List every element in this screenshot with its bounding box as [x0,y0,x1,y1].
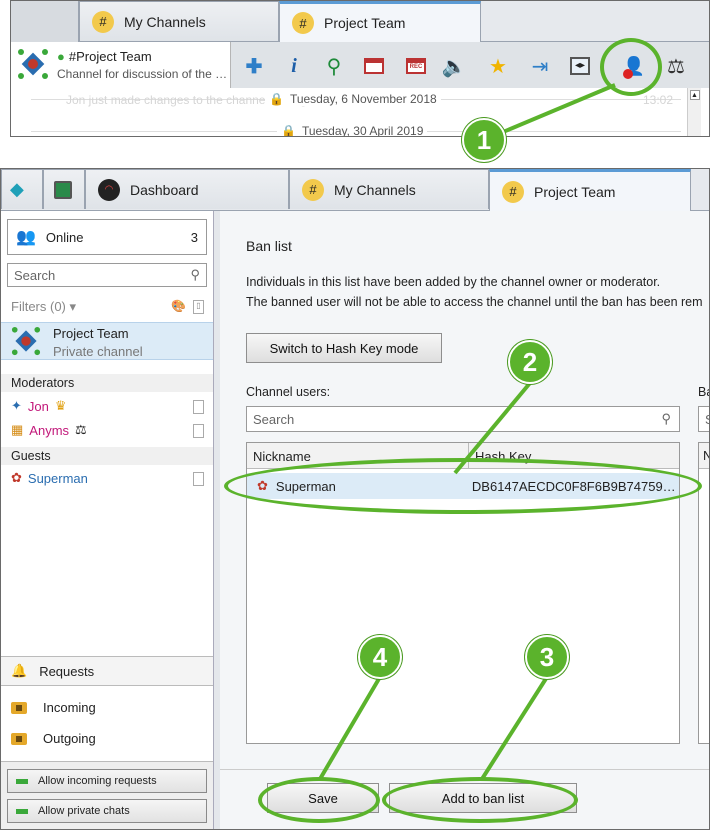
callout-lines [318,83,616,781]
highlight-ring [600,38,662,96]
highlight-ring [258,777,380,823]
callout-3: 3 [525,635,569,679]
highlight-ring [382,777,578,823]
callout-1: 1 [462,118,506,162]
highlight-ring [224,458,702,514]
callout-4: 4 [358,635,402,679]
callout-2: 2 [508,340,552,384]
